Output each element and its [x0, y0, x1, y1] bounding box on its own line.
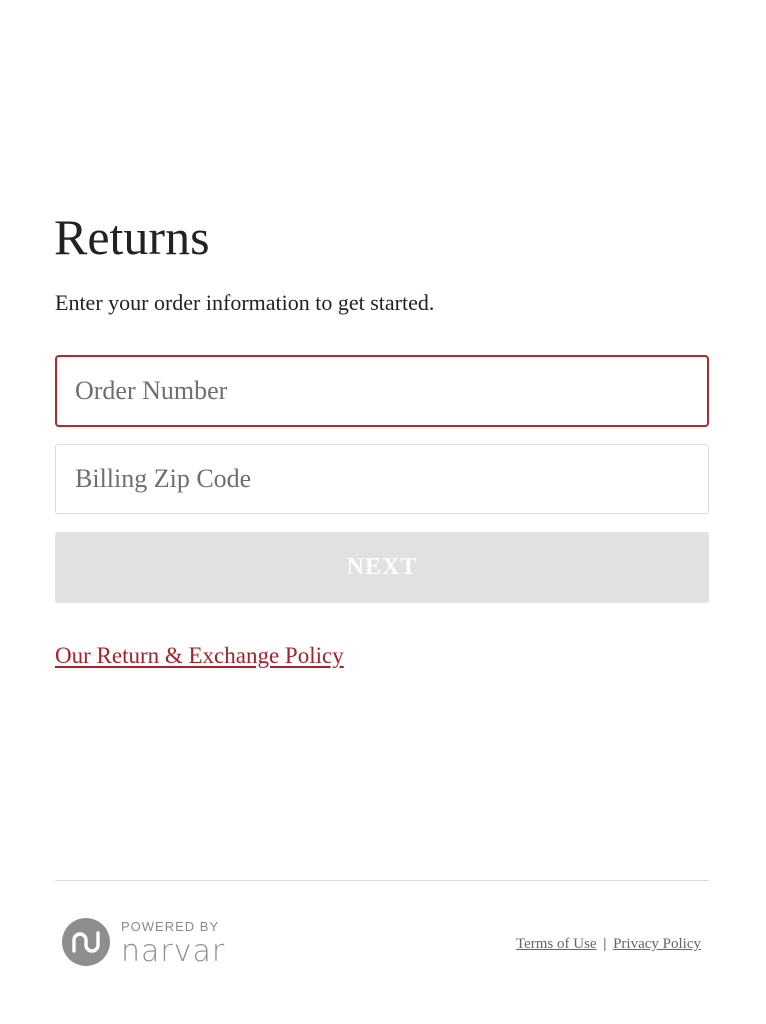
narvar-wordmark: narvar [121, 934, 226, 969]
page-title: Returns [54, 209, 210, 265]
narvar-logo-icon [62, 918, 110, 966]
terms-of-use-link[interactable]: Terms of Use [516, 936, 597, 952]
footer-divider [55, 880, 709, 881]
next-button[interactable]: NEXT [55, 532, 709, 603]
footer-links: Terms of Use | Privacy Policy [516, 934, 701, 954]
footer-link-separator: | [603, 936, 607, 952]
privacy-policy-link[interactable]: Privacy Policy [613, 936, 701, 952]
powered-by-label: POWERED BY [121, 919, 220, 934]
billing-zip-input[interactable] [55, 444, 709, 514]
order-number-input[interactable] [55, 355, 709, 427]
powered-by-narvar-logo: POWERED BY narvar [62, 916, 252, 968]
page-subtitle: Enter your order information to get star… [55, 290, 435, 315]
return-policy-link[interactable]: Our Return & Exchange Policy [55, 641, 344, 671]
